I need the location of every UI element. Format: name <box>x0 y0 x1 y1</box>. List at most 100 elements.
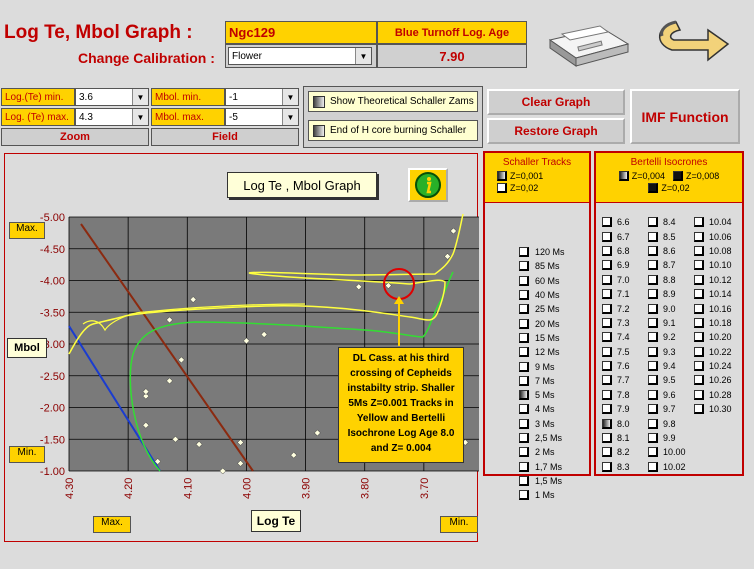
isochrone-checkbox[interactable]: 10.12 <box>694 273 732 287</box>
track-checkbox[interactable]: 3 Ms <box>519 417 565 431</box>
calibration-select[interactable]: Flower ▼ <box>225 44 377 68</box>
isochrone-checkbox[interactable]: 9.6 <box>648 388 686 402</box>
imf-function-button[interactable]: IMF Function <box>630 89 740 144</box>
zoom-button[interactable]: Zoom <box>1 128 149 146</box>
isochrone-checkbox[interactable]: 6.9 <box>602 258 630 272</box>
checkbox-icon <box>602 217 612 228</box>
isochrone-checkbox[interactable]: 7.7 <box>602 373 630 387</box>
track-checkbox[interactable]: 4 Ms <box>519 402 565 416</box>
track-checkbox[interactable]: 20 Ms <box>519 316 565 330</box>
checkbox-icon <box>648 260 658 271</box>
isochrone-checkbox[interactable]: 10.26 <box>694 373 732 387</box>
isochrone-checkbox[interactable]: 10.30 <box>694 402 732 416</box>
isochrone-checkbox[interactable]: 8.2 <box>602 445 630 459</box>
cluster-name: Ngc129 <box>225 21 377 44</box>
track-checkbox[interactable]: 60 Ms <box>519 274 565 288</box>
hcore-toggle[interactable]: End of H core burning Schaller <box>308 120 478 141</box>
isochrone-checkbox[interactable]: 8.8 <box>648 273 686 287</box>
track-checkbox[interactable]: 7 Ms <box>519 374 565 388</box>
isochrone-checkbox[interactable]: 10.22 <box>694 345 732 359</box>
mbol-min-select[interactable]: -1 ▼ <box>225 88 299 106</box>
track-checkbox[interactable]: 25 Ms <box>519 302 565 316</box>
isochrone-checkbox[interactable]: 9.7 <box>648 402 686 416</box>
isochrone-label: 7.6 <box>617 361 630 372</box>
isochrone-checkbox[interactable]: 10.06 <box>694 229 732 243</box>
info-icon[interactable] <box>408 168 448 202</box>
isochrone-checkbox[interactable]: 7.3 <box>602 316 630 330</box>
isochrone-checkbox[interactable]: 10.00 <box>648 445 686 459</box>
isochrone-checkbox[interactable]: 10.28 <box>694 388 732 402</box>
isochrone-checkbox[interactable]: 9.5 <box>648 373 686 387</box>
isochrone-checkbox[interactable]: 8.7 <box>648 258 686 272</box>
restore-graph-button[interactable]: Restore Graph <box>487 118 625 144</box>
isochrone-checkbox[interactable]: 7.5 <box>602 345 630 359</box>
isochrone-checkbox[interactable]: 10.16 <box>694 301 732 315</box>
isochrone-checkbox[interactable]: 10.10 <box>694 258 732 272</box>
isochrone-label: 9.2 <box>663 332 676 343</box>
isochrone-checkbox[interactable]: 8.0 <box>602 416 630 430</box>
isochrone-checkbox[interactable]: 7.6 <box>602 359 630 373</box>
isochrone-checkbox[interactable]: 6.7 <box>602 229 630 243</box>
track-checkbox[interactable]: 2,5 Ms <box>519 431 565 445</box>
isochrone-checkbox[interactable]: 8.1 <box>602 431 630 445</box>
checkbox-icon <box>648 274 658 285</box>
checkbox-icon <box>648 346 658 357</box>
checkbox-icon <box>694 260 704 271</box>
z-swatch-icon <box>618 171 629 181</box>
mbol-max-select[interactable]: -5 ▼ <box>225 108 299 126</box>
isochrone-checkbox[interactable]: 6.6 <box>602 215 630 229</box>
isochrone-checkbox[interactable]: 9.3 <box>648 345 686 359</box>
isochrone-checkbox[interactable]: 9.0 <box>648 301 686 315</box>
isochrone-checkbox[interactable]: 10.20 <box>694 330 732 344</box>
checkbox-icon <box>648 404 658 415</box>
track-checkbox[interactable]: 1,7 Ms <box>519 459 565 473</box>
isochrone-checkbox[interactable]: 8.3 <box>602 460 630 474</box>
track-checkbox[interactable]: 40 Ms <box>519 288 565 302</box>
printer-icon[interactable] <box>542 14 632 68</box>
isochrone-checkbox[interactable]: 8.9 <box>648 287 686 301</box>
isochrone-checkbox[interactable]: 10.08 <box>694 244 732 258</box>
track-checkbox[interactable]: 85 Ms <box>519 259 565 273</box>
isochrone-col-3: 10.04 10.06 10.08 10.10 10.12 10.14 10.16 10.18… <box>694 215 732 416</box>
logte-min-select[interactable]: 3.6 ▼ <box>75 88 149 106</box>
checkbox-icon <box>648 361 658 372</box>
clear-graph-button[interactable]: Clear Graph <box>487 89 625 115</box>
isochrone-checkbox[interactable]: 6.8 <box>602 244 630 258</box>
isochrone-checkbox[interactable]: 7.0 <box>602 273 630 287</box>
isochrone-checkbox[interactable]: 7.2 <box>602 301 630 315</box>
isochrone-checkbox[interactable]: 7.4 <box>602 330 630 344</box>
x-tick-label: 4.30 <box>64 478 76 499</box>
isochrone-checkbox[interactable]: 7.1 <box>602 287 630 301</box>
isochrone-checkbox[interactable]: 8.6 <box>648 244 686 258</box>
isochrone-checkbox[interactable]: 9.1 <box>648 316 686 330</box>
track-checkbox[interactable]: 1,5 Ms <box>519 474 565 488</box>
isochrone-checkbox[interactable]: 10.14 <box>694 287 732 301</box>
isochrone-checkbox[interactable]: 9.2 <box>648 330 686 344</box>
isochrone-checkbox[interactable]: 10.24 <box>694 359 732 373</box>
isochrone-checkbox[interactable]: 10.04 <box>694 215 732 229</box>
isochrone-checkbox[interactable]: 10.18 <box>694 316 732 330</box>
isochrone-checkbox[interactable]: 8.4 <box>648 215 686 229</box>
track-checkbox[interactable]: 2 Ms <box>519 445 565 459</box>
isochrone-checkbox[interactable]: 10.02 <box>648 460 686 474</box>
isochrone-checkbox[interactable]: 9.8 <box>648 416 686 430</box>
track-checkbox[interactable]: 5 Ms <box>519 388 565 402</box>
zams-toggle[interactable]: Show Theoretical Schaller Zams <box>308 91 478 112</box>
isochrone-checkbox[interactable]: 7.9 <box>602 402 630 416</box>
track-checkbox[interactable]: 120 Ms <box>519 245 565 259</box>
back-arrow-icon[interactable] <box>652 14 732 68</box>
checkbox-icon <box>602 404 612 415</box>
checkbox-icon <box>519 332 529 343</box>
checkbox-icon <box>602 274 612 285</box>
isochrone-checkbox[interactable]: 9.9 <box>648 431 686 445</box>
logte-max-select[interactable]: 4.3 ▼ <box>75 108 149 126</box>
field-button[interactable]: Field <box>151 128 299 146</box>
isochrone-checkbox[interactable]: 7.8 <box>602 388 630 402</box>
isochrone-checkbox[interactable]: 9.4 <box>648 359 686 373</box>
track-label: 40 Ms <box>535 290 560 301</box>
track-checkbox[interactable]: 9 Ms <box>519 359 565 373</box>
track-checkbox[interactable]: 15 Ms <box>519 331 565 345</box>
track-checkbox[interactable]: 1 Ms <box>519 488 565 502</box>
isochrone-checkbox[interactable]: 8.5 <box>648 229 686 243</box>
track-checkbox[interactable]: 12 Ms <box>519 345 565 359</box>
